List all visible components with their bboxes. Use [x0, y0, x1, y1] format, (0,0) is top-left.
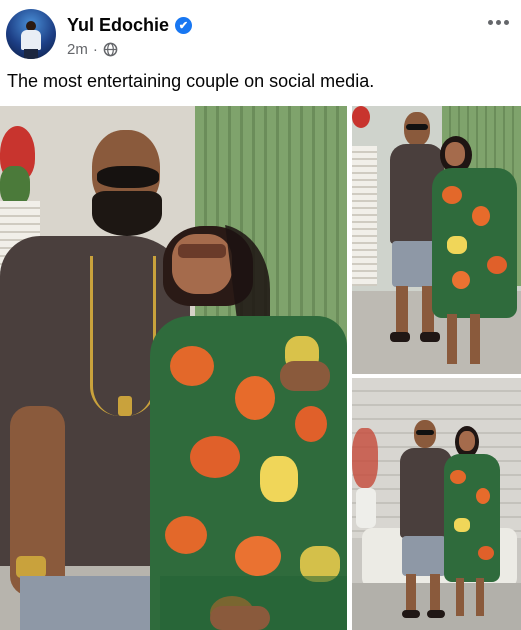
- meta-separator: ·: [92, 41, 98, 58]
- more-options-icon[interactable]: [483, 12, 513, 32]
- author-avatar[interactable]: [6, 9, 56, 59]
- author-name[interactable]: Yul Edochie: [67, 15, 169, 36]
- post-meta: 2m ·: [67, 41, 118, 58]
- post-photo-bottom-right[interactable]: [352, 378, 521, 630]
- avatar-figure-legs: [24, 49, 38, 59]
- post-timestamp[interactable]: 2m: [67, 41, 88, 58]
- globe-icon[interactable]: [103, 42, 118, 57]
- author-name-row: Yul Edochie ✔: [67, 15, 193, 36]
- post-photo-main[interactable]: [0, 106, 347, 630]
- post-text: The most entertaining couple on social m…: [7, 71, 375, 91]
- verified-badge-icon: ✔: [175, 17, 193, 34]
- post-photo-top-right[interactable]: [352, 106, 521, 374]
- post-header: Yul Edochie ✔ 2m ·: [0, 0, 521, 66]
- avatar-figure-body: [21, 30, 41, 50]
